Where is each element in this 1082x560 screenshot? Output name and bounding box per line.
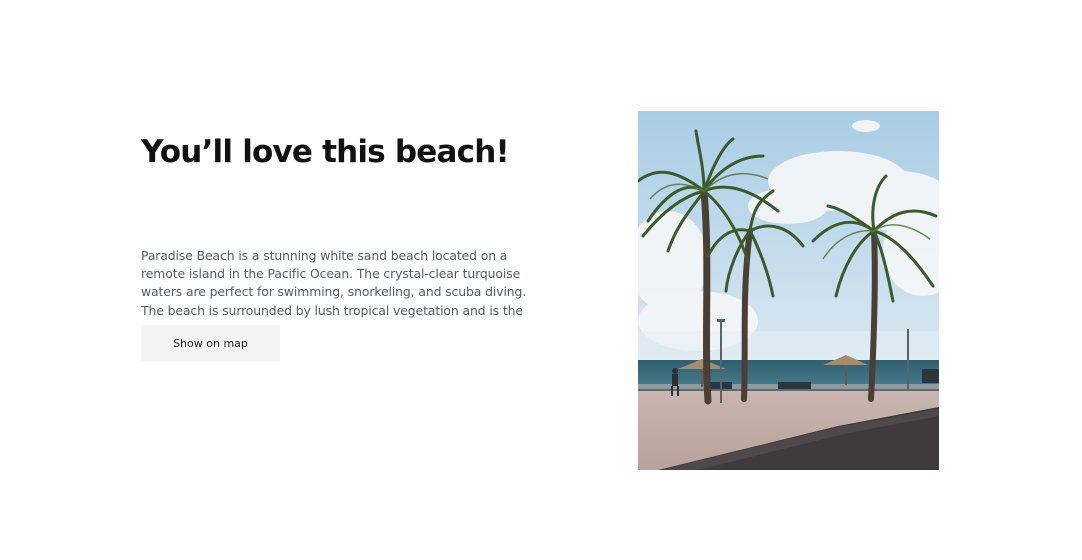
beach-palm-trees-image: [638, 111, 939, 470]
beach-description: Paradise Beach is a stunning white sand …: [141, 248, 527, 323]
page-title: You’ll love this beach!: [141, 134, 510, 170]
description-container: Paradise Beach is a stunning white sand …: [141, 247, 533, 323]
show-on-map-button[interactable]: Show on map: [141, 325, 280, 361]
